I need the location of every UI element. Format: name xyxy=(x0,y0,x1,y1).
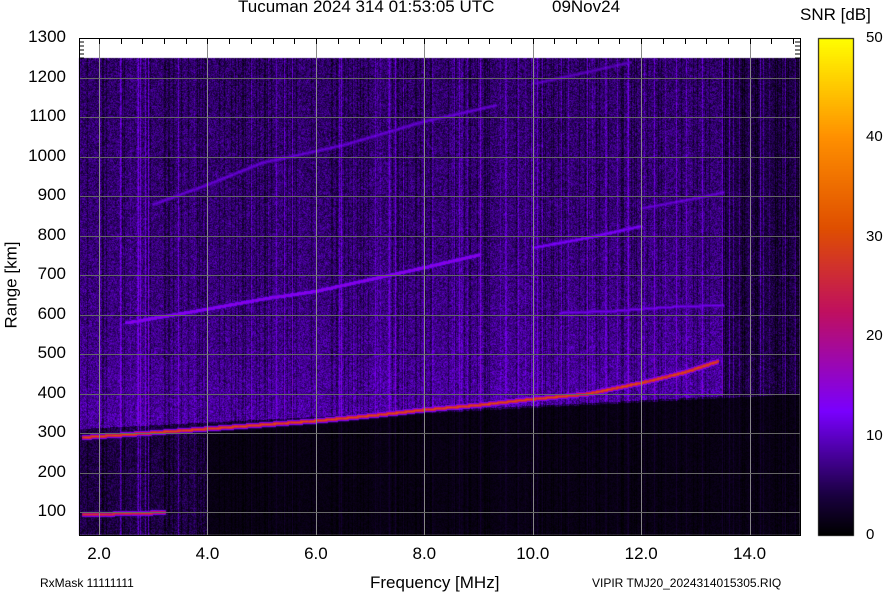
y-tick-label: 1100 xyxy=(29,106,66,125)
x-tick-label: 6.0 xyxy=(304,544,328,563)
echo-trace xyxy=(153,105,495,204)
chart-title: Tucuman 2024 314 01:53:05 UTC xyxy=(238,0,495,16)
y-tick-label: 300 xyxy=(37,422,66,442)
x-tick-label: 8.0 xyxy=(412,544,437,563)
rxmask-label: RxMask 11111111 xyxy=(40,576,134,590)
x-tick-label: 2.0 xyxy=(87,544,111,563)
y-tick-label: 900 xyxy=(37,185,66,205)
x-tick-label: 12.0 xyxy=(624,544,658,563)
y-tick-label: 400 xyxy=(37,382,66,402)
colorbar-tick-label: 0 xyxy=(866,526,875,543)
y-tick-label: 1300 xyxy=(28,27,66,46)
echo-trace xyxy=(533,62,631,84)
echo-trace xyxy=(641,192,722,208)
echo-trace xyxy=(83,361,717,437)
y-axis-label: Range [km] xyxy=(1,241,21,329)
colorbar-tick-label: 50 xyxy=(866,29,883,46)
plot-frame xyxy=(79,38,801,536)
colorbar-tick-label: 20 xyxy=(866,327,883,345)
echo-trace xyxy=(126,254,478,322)
y-tick-label: 1000 xyxy=(28,145,66,165)
chart-date: 09Nov24 xyxy=(552,0,621,16)
colorbar-tick-label: 30 xyxy=(866,227,883,245)
y-tick-label: 1200 xyxy=(28,66,66,86)
x-tick-label: 14.0 xyxy=(733,544,767,563)
x-tick-label: 4.0 xyxy=(195,544,220,563)
y-tick-label: 100 xyxy=(37,501,66,521)
ionogram-overlay xyxy=(79,38,801,536)
y-tick-label: 500 xyxy=(37,343,66,363)
colorbar-tick-label: 40 xyxy=(866,128,883,146)
filename-label: VIPIR TMJ20_2024314015305.RIQ xyxy=(592,576,782,590)
x-tick-label: 10.0 xyxy=(516,544,550,563)
colorbar-tick-label: 10 xyxy=(866,426,883,444)
colorbar-title: SNR [dB] xyxy=(800,5,871,24)
x-axis-label: Frequency [MHz] xyxy=(370,573,500,592)
y-tick-label: 200 xyxy=(37,461,66,481)
